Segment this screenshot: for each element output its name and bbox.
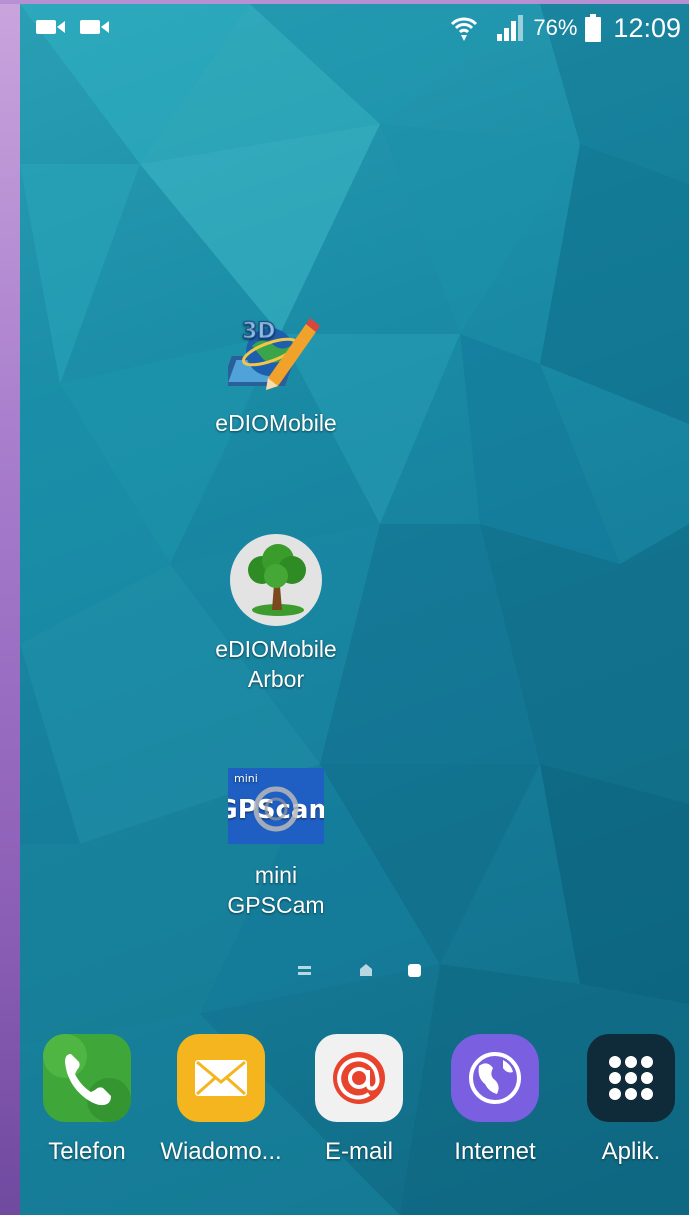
- app-mini-gpscam[interactable]: mini GPScam mini GPSCam: [176, 758, 376, 920]
- svg-text:3D: 3D: [242, 319, 276, 344]
- wifi-icon: [451, 17, 478, 41]
- dock-item-aplikacje[interactable]: Aplik.: [566, 1032, 689, 1166]
- dock: Telefon Wiadomo... E-mail Internet Aplik…: [20, 1032, 689, 1182]
- app-label: mini: [254, 862, 298, 888]
- battery-icon: [585, 14, 602, 42]
- dock-label: Aplik.: [601, 1138, 661, 1165]
- dock-item-email[interactable]: E-mail: [294, 1032, 424, 1166]
- dock-label: E-mail: [324, 1138, 393, 1165]
- app-ediomobile[interactable]: 3D eDIOMobile: [176, 306, 376, 438]
- menu-icon[interactable]: [298, 966, 311, 975]
- tree-icon: [230, 534, 322, 626]
- ediomobile-icon: 3D: [228, 318, 320, 390]
- phone-screen: 76% 12:09 3D eDIOMobile eDIOMobile Arbor…: [20, 4, 689, 1215]
- dock-label: Internet: [454, 1138, 536, 1165]
- dock-label: Wiadomo...: [160, 1138, 282, 1165]
- apps-grid-icon: [587, 1034, 675, 1122]
- dock-item-internet[interactable]: Internet: [430, 1032, 560, 1166]
- gpscam-small-text: mini: [234, 772, 258, 785]
- app-label: GPSCam: [227, 892, 325, 918]
- app-label: eDIOMobile: [215, 410, 337, 436]
- dock-item-wiadomosci[interactable]: Wiadomo...: [156, 1032, 286, 1166]
- home-icon[interactable]: [360, 964, 372, 976]
- globe-icon: [451, 1034, 539, 1122]
- dock-item-telefon[interactable]: Telefon: [22, 1032, 152, 1166]
- app-label: Arbor: [247, 666, 305, 692]
- at-icon: [315, 1034, 403, 1122]
- signal-icon: [497, 15, 524, 41]
- device-frame-left: [0, 0, 20, 1215]
- app-label: eDIOMobile: [215, 636, 337, 662]
- page-dot-icon[interactable]: [408, 964, 421, 977]
- battery-percent: 76%: [533, 15, 578, 40]
- envelope-icon: [177, 1034, 265, 1122]
- dock-label: Telefon: [48, 1138, 126, 1165]
- app-ediomobile-arbor[interactable]: eDIOMobile Arbor: [176, 532, 376, 694]
- gpscam-icon: mini GPScam: [228, 768, 324, 844]
- video-camera-icon: [36, 20, 65, 34]
- phone-icon: [43, 1034, 131, 1122]
- video-camera-icon: [80, 20, 109, 34]
- status-bar: 76% 12:09: [20, 4, 689, 50]
- status-clock: 12:09: [613, 12, 681, 43]
- page-indicator[interactable]: [20, 962, 689, 982]
